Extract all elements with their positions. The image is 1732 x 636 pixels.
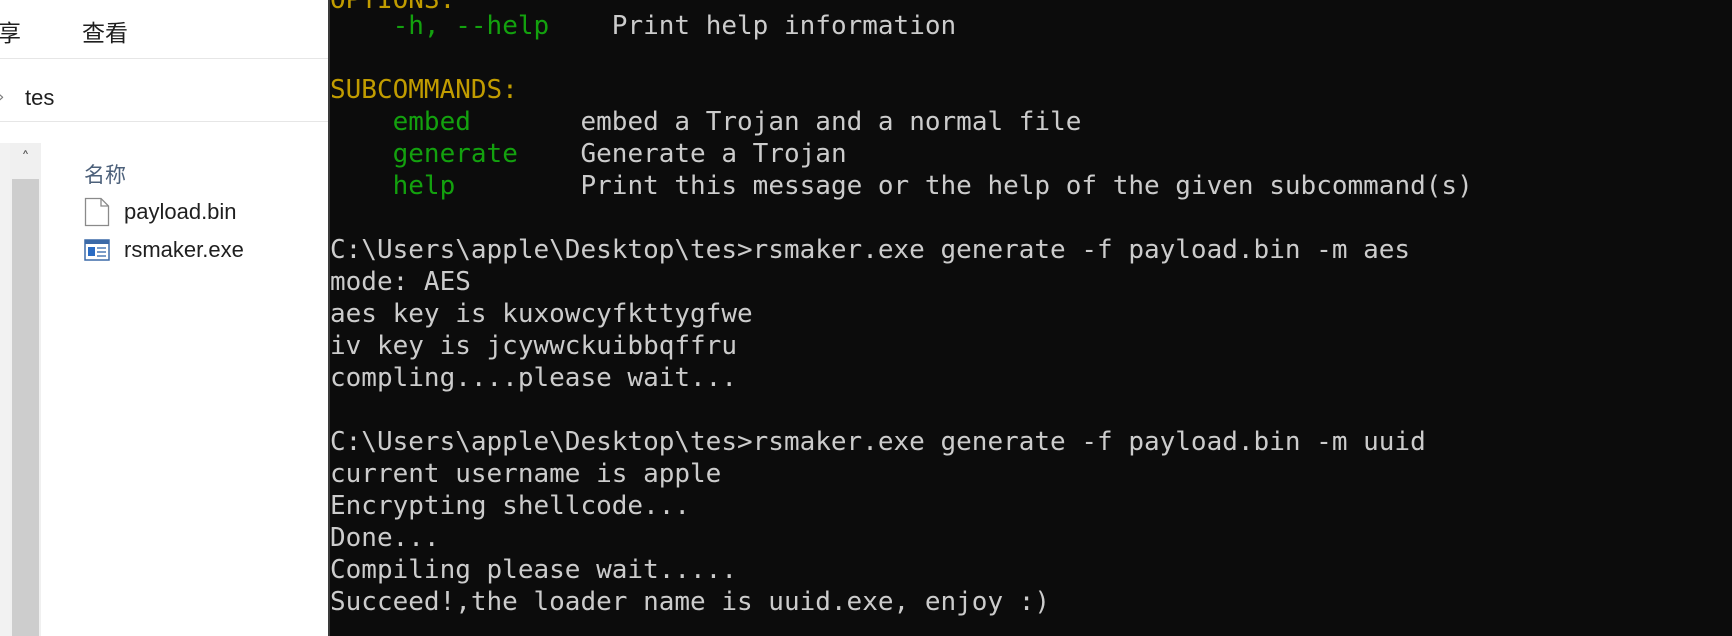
console-output-line: C:\Users\apple\Desktop\tes>rsmaker.exe g… — [330, 235, 1411, 265]
subcommand-name: embed — [392, 107, 471, 137]
subcommand-name: generate — [392, 139, 518, 169]
console-output-line: current username is apple — [330, 459, 722, 489]
console-output-line: Done... — [330, 523, 440, 553]
application-icon — [84, 239, 110, 261]
column-header-name[interactable]: 名称 — [84, 159, 126, 189]
console-output-line: mode: AES — [330, 267, 471, 297]
scrollbar-thumb[interactable] — [12, 179, 39, 636]
subcommand-line: help Print this message or the help of t… — [330, 170, 1473, 202]
navigation-pane: ˄ — [0, 143, 42, 636]
console-output-line: compling....please wait... — [330, 363, 737, 393]
subcommands-header: SUBCOMMANDS: — [330, 75, 518, 105]
help-flag-desc: Print help information — [611, 11, 957, 41]
address-bar[interactable]: › tes — [0, 75, 330, 122]
console-output-line: C:\Users\apple\Desktop\tes>rsmaker.exe g… — [330, 427, 1426, 457]
console-output-line: Compiling please wait..... — [330, 555, 737, 585]
console-output-line: Encrypting shellcode... — [330, 491, 691, 521]
console-output-line: aes key is kuxowcyfkttygfwe — [330, 299, 753, 329]
breadcrumb-chevron-icon[interactable]: › — [0, 87, 4, 106]
console-output-line: iv key is jcywwckuibbqffru — [330, 331, 737, 361]
subcommand-line: generate Generate a Trojan — [330, 138, 847, 170]
file-name: payload.bin — [124, 199, 237, 224]
ribbon-tabs: 享 查看 — [0, 0, 330, 59]
file-list: 名称 payload.bin rsmaker.exe — [42, 143, 330, 636]
terminal-window[interactable]: OPTIONS: -h, --help Print help informati… — [328, 0, 1732, 636]
subcommand-desc: Generate a Trojan — [580, 139, 847, 169]
tab-share[interactable]: 享 — [0, 14, 21, 48]
help-flag: -h, --help — [392, 11, 550, 41]
console-output-line: Succeed!,the loader name is uuid.exe, en… — [330, 587, 1051, 617]
subcommand-name: help — [392, 171, 456, 201]
subcommand-desc: embed a Trojan and a normal file — [580, 107, 1082, 137]
file-explorer-window: 享 查看 › tes ˄ 名称 payload.bin — [0, 0, 330, 636]
navigation-pane-edge[interactable] — [0, 143, 10, 636]
help-option-line: -h, --help Print help information — [330, 10, 957, 42]
tab-view[interactable]: 查看 — [82, 14, 128, 48]
subcommand-desc: Print this message or the help of the gi… — [580, 171, 1473, 201]
scroll-up-arrow-icon[interactable]: ˄ — [10, 143, 41, 173]
subcommand-line: embed embed a Trojan and a normal file — [330, 106, 1082, 138]
breadcrumb-folder-tes[interactable]: tes — [25, 85, 54, 111]
file-name: rsmaker.exe — [124, 237, 244, 262]
document-icon — [84, 197, 110, 227]
